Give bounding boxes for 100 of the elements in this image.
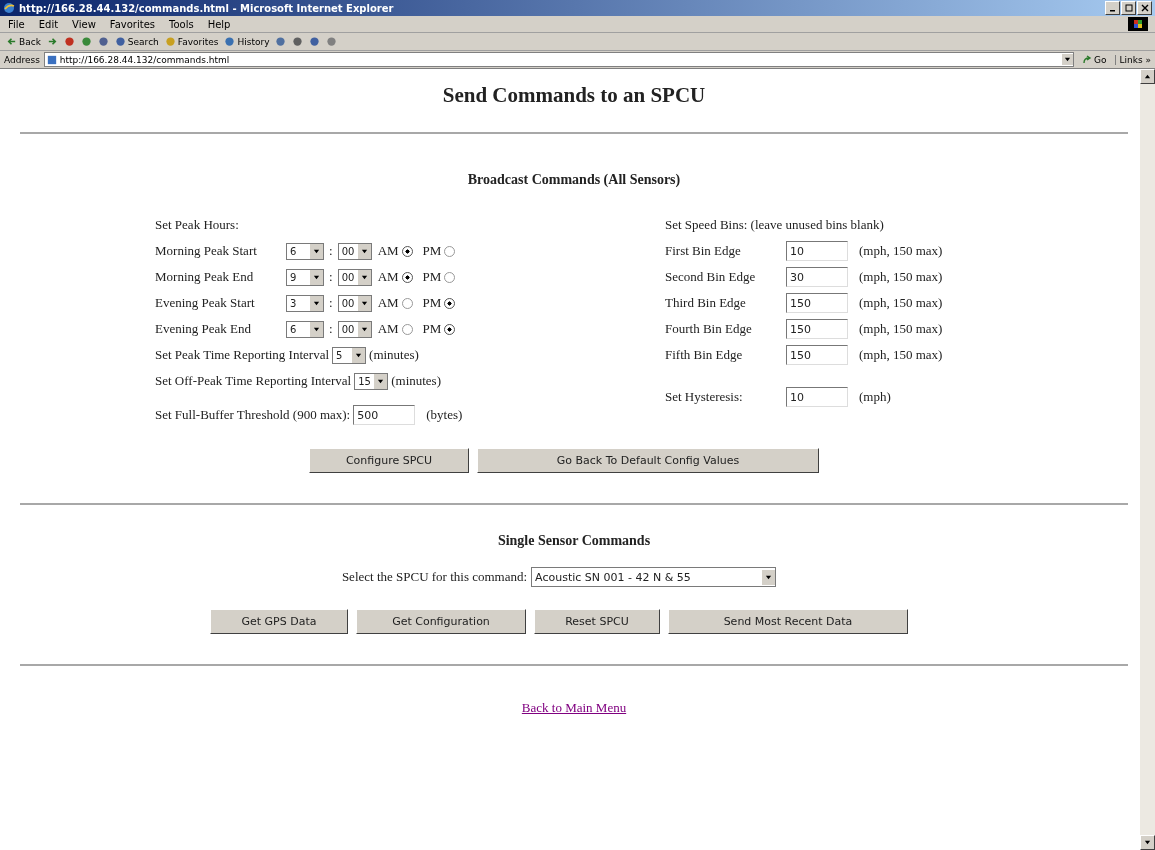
close-icon bbox=[1140, 4, 1149, 12]
radio-button[interactable] bbox=[444, 323, 456, 335]
hour-dropdown[interactable]: 6 bbox=[286, 320, 324, 338]
radio-button[interactable] bbox=[444, 297, 456, 309]
minute-dropdown[interactable]: 00 bbox=[337, 294, 372, 312]
maximize-button[interactable] bbox=[1121, 1, 1136, 15]
input-field[interactable]: 10 bbox=[786, 387, 848, 407]
toolbar-icon bbox=[164, 36, 176, 47]
windows-logo-icon bbox=[1127, 17, 1149, 31]
toolbar-button[interactable] bbox=[63, 36, 75, 47]
dropdown-button[interactable] bbox=[1062, 54, 1073, 65]
input-field[interactable]: 150 bbox=[786, 345, 848, 365]
option-label: AM bbox=[377, 243, 399, 259]
minute-dropdown[interactable]: 00 bbox=[337, 242, 372, 260]
caret-icon bbox=[377, 377, 385, 385]
option-label: PM bbox=[422, 321, 442, 337]
radio-button[interactable] bbox=[401, 271, 413, 283]
field-label: Evening Peak End bbox=[155, 321, 253, 337]
command-button[interactable]: Get Configuration bbox=[356, 609, 526, 634]
menu-item[interactable]: View bbox=[72, 18, 96, 30]
field-label: Fifth Bin Edge bbox=[665, 347, 744, 363]
hour-dropdown[interactable]: 9 bbox=[286, 268, 324, 286]
caret-icon bbox=[313, 247, 320, 255]
section-heading: Broadcast Commands (All Sensors) bbox=[466, 172, 682, 188]
go-button[interactable]: Go bbox=[1078, 54, 1111, 65]
caret-icon bbox=[1064, 56, 1071, 63]
address-label: Address bbox=[4, 54, 40, 65]
menu-item[interactable]: File bbox=[8, 18, 25, 30]
menu-item[interactable]: Favorites bbox=[109, 18, 155, 30]
input-field[interactable]: 150 bbox=[786, 293, 848, 313]
close-button[interactable] bbox=[1137, 1, 1152, 15]
toolbar-button[interactable] bbox=[97, 36, 109, 47]
toolbar-icon bbox=[80, 36, 92, 47]
command-button[interactable]: Reset SPCU bbox=[534, 609, 660, 634]
toolbar-icon bbox=[97, 36, 109, 47]
radio-button[interactable] bbox=[401, 297, 413, 309]
menu-item[interactable]: Tools bbox=[169, 18, 194, 30]
arrow-icon bbox=[1082, 54, 1092, 65]
toolbar-button[interactable]: History bbox=[224, 36, 270, 47]
unit-label: (mph) bbox=[859, 389, 891, 405]
sensor-dropdown[interactable]: Acoustic SN 001 - 42 N & 55 bbox=[531, 567, 777, 587]
minimize-button[interactable] bbox=[1105, 1, 1120, 15]
toolbar-icon bbox=[275, 36, 287, 47]
toolbar-button[interactable] bbox=[46, 36, 58, 47]
toolbar-icon bbox=[6, 36, 17, 47]
caret-icon bbox=[313, 325, 320, 333]
toolbar-button[interactable] bbox=[326, 36, 338, 47]
hour-dropdown[interactable]: 6 bbox=[286, 242, 324, 260]
command-button[interactable]: Configure SPCU bbox=[309, 448, 469, 473]
toolbar-button[interactable] bbox=[275, 36, 287, 47]
interval-dropdown[interactable]: 15 bbox=[354, 372, 389, 390]
input-field[interactable]: 150 bbox=[786, 319, 848, 339]
radio-button[interactable] bbox=[401, 323, 413, 335]
radio-button[interactable] bbox=[444, 245, 456, 257]
toolbar-icon bbox=[309, 36, 321, 47]
field-label: Set Hysteresis: bbox=[665, 389, 744, 405]
time-separator: : bbox=[329, 295, 333, 311]
caret-icon bbox=[360, 273, 368, 281]
unit-label: (mph, 150 max) bbox=[859, 269, 943, 285]
toolbar-icon bbox=[46, 36, 58, 47]
radio-button[interactable] bbox=[444, 271, 456, 283]
command-button[interactable]: Get GPS Data bbox=[210, 609, 348, 634]
scrollbar[interactable] bbox=[1140, 69, 1155, 850]
caret-icon bbox=[313, 299, 320, 307]
command-button[interactable]: Go Back To Default Config Values bbox=[477, 448, 819, 473]
caret-icon bbox=[360, 299, 368, 307]
interval-dropdown[interactable]: 5 bbox=[332, 346, 367, 364]
input-field[interactable]: 500 bbox=[353, 405, 416, 425]
back-link[interactable]: Back to Main Menu bbox=[521, 700, 627, 715]
toolbar-button[interactable] bbox=[309, 36, 321, 47]
command-button[interactable]: Send Most Recent Data bbox=[668, 609, 908, 634]
minute-dropdown[interactable]: 00 bbox=[337, 268, 372, 286]
field-label: Set Peak Time Reporting Interval bbox=[155, 347, 330, 363]
minute-dropdown[interactable]: 00 bbox=[337, 320, 372, 338]
option-label: AM bbox=[377, 321, 399, 337]
toolbar-button[interactable]: Favorites bbox=[164, 36, 219, 47]
input-field[interactable]: 30 bbox=[786, 267, 848, 287]
links-button[interactable]: Links » bbox=[1114, 54, 1151, 65]
unit-label: (mph, 150 max) bbox=[859, 321, 943, 337]
caret-icon bbox=[1144, 73, 1151, 80]
field-label: Select the SPCU for this command: bbox=[341, 569, 528, 585]
field-label: Set Speed Bins: (leave unused bins blank) bbox=[665, 216, 885, 234]
scroll-up-button[interactable] bbox=[1140, 69, 1155, 84]
caret-icon bbox=[765, 573, 773, 581]
menu-item[interactable]: Edit bbox=[38, 18, 59, 30]
field-label: Evening Peak Start bbox=[155, 295, 256, 311]
toolbar-button[interactable] bbox=[80, 36, 92, 47]
toolbar-button[interactable]: Search bbox=[114, 36, 159, 47]
field-label: Second Bin Edge bbox=[665, 269, 757, 285]
option-label: PM bbox=[422, 243, 442, 259]
address-field[interactable]: http://166.28.44.132/commands.html bbox=[43, 52, 1074, 67]
field-label: Set Off-Peak Time Reporting Interval bbox=[155, 373, 352, 389]
toolbar-icon bbox=[63, 36, 75, 47]
menu-item[interactable]: Help bbox=[207, 18, 231, 30]
toolbar-button[interactable] bbox=[292, 36, 304, 47]
hour-dropdown[interactable]: 3 bbox=[286, 294, 324, 312]
scroll-down-button[interactable] bbox=[1140, 835, 1155, 850]
input-field[interactable]: 10 bbox=[786, 241, 848, 261]
toolbar-button[interactable]: Back bbox=[6, 36, 41, 47]
radio-button[interactable] bbox=[401, 245, 413, 257]
